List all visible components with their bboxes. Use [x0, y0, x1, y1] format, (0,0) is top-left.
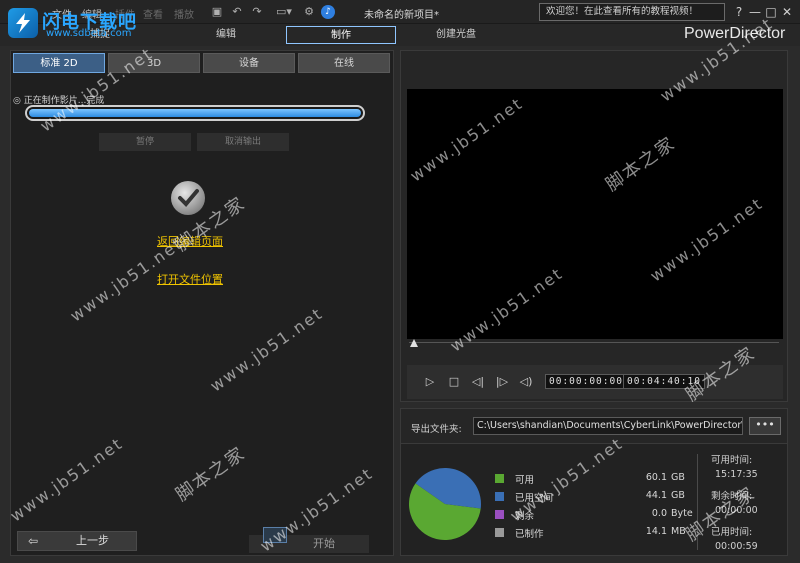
lightning-logo-icon: [8, 8, 38, 38]
legend-swatch: [495, 510, 504, 519]
redo-icon[interactable]: ↷: [250, 5, 264, 19]
legend-name: 已制作: [515, 529, 544, 540]
tab-3d[interactable]: 3D: [108, 53, 200, 73]
legend-swatch: [495, 474, 504, 483]
menu-play[interactable]: 播放: [174, 6, 194, 21]
maximize-button[interactable]: □: [764, 4, 778, 20]
previous-step-label: 上一步: [76, 534, 109, 547]
stop-icon[interactable]: □: [447, 375, 461, 389]
close-button[interactable]: ✕: [780, 4, 794, 20]
cancel-output-button[interactable]: 取消输出: [197, 133, 289, 151]
total-timecode: 00:04:40:10: [623, 374, 705, 389]
seek-track[interactable]: [409, 342, 779, 343]
open-file-location-link[interactable]: 打开文件位置: [157, 271, 223, 287]
help-button[interactable]: ?: [732, 4, 746, 20]
legend-unit: MB: [671, 526, 686, 537]
legend-unit: GB: [671, 472, 685, 483]
gear-icon[interactable]: ⚙: [302, 5, 316, 19]
volume-icon[interactable]: ◁): [519, 375, 533, 389]
preview-panel: ▷ □ ◁| |▷ ◁) 00:00:00:00 00:04:40:10: [400, 50, 788, 402]
tutorial-welcome-banner[interactable]: 欢迎您！在此查看所有的教程视频！: [539, 3, 725, 21]
pause-button[interactable]: 暂停: [99, 133, 191, 151]
production-progress-fill: [29, 109, 361, 117]
playback-controls: ▷ □ ◁| |▷ ◁) 00:00:00:00 00:04:40:10: [407, 365, 783, 399]
undo-icon[interactable]: ↶: [230, 5, 244, 19]
project-title: 未命名的新项目*: [364, 10, 439, 21]
start-button[interactable]: 开始: [249, 527, 369, 553]
tab-device[interactable]: 设备: [203, 53, 295, 73]
export-path-field[interactable]: C:\Users\shandian\Documents\CyberLink\Po…: [473, 417, 743, 435]
divider: [697, 454, 698, 550]
export-folder-label: 导出文件夹:: [411, 424, 462, 435]
legend-unit: GB: [671, 490, 685, 501]
tab-create-disc[interactable]: 创建光盘: [426, 26, 486, 44]
legend-name: 已用空间: [515, 493, 554, 504]
legend-value: 44.1: [645, 490, 667, 501]
legend-name: 剩余: [515, 511, 535, 522]
remaining-time-label: 剩余时间:: [711, 491, 753, 502]
minimize-button[interactable]: —: [748, 4, 762, 20]
film-icon: [263, 527, 287, 543]
tab-online[interactable]: 在线: [298, 53, 390, 73]
legend-unit: Byte: [671, 508, 693, 519]
seek-handle[interactable]: [410, 339, 418, 347]
legend-value: 60.1: [645, 472, 667, 483]
legend-value: 0.0: [651, 508, 667, 519]
save-icon[interactable]: ▣: [210, 5, 224, 19]
legend-name: 可用: [515, 475, 535, 486]
legend-swatch: [495, 492, 504, 501]
legend-swatch: [495, 528, 504, 537]
layout-icon[interactable]: ▭▾: [274, 5, 294, 19]
info-icon: ◎: [13, 96, 21, 106]
remaining-time-value: 00:00:00: [715, 505, 758, 516]
elapsed-time-label: 已用时间:: [711, 527, 753, 538]
export-folder-panel: 导出文件夹: C:\Users\shandian\Documents\Cyber…: [400, 408, 788, 556]
disk-usage-area: 可用 60.1 GB 已用空间 44.1 GB 剩余 0.0 Byte 已制作 …: [401, 443, 787, 555]
tab-produce[interactable]: 制作: [286, 26, 396, 44]
elapsed-time-value: 00:00:59: [715, 541, 758, 552]
browse-folder-button[interactable]: •••: [749, 417, 781, 435]
tab-edit[interactable]: 编辑: [196, 26, 256, 44]
production-progress-bar: [25, 105, 365, 121]
next-frame-icon[interactable]: |▷: [495, 375, 509, 389]
logo-url-text: www.sdbeta.com: [46, 28, 132, 39]
produce-left-panel: 标准 2D 3D 设备 在线 ◎ 正在制作影片...完成 暂停 取消输出 返回编…: [10, 50, 394, 556]
available-time-value: 15:17:35: [715, 469, 758, 480]
preview-screen[interactable]: [407, 89, 783, 339]
site-logo: 闪电下载吧 www.sdbeta.com: [6, 6, 156, 42]
back-to-edit-link[interactable]: 返回编辑页面: [157, 233, 223, 249]
start-label: 开始: [313, 537, 335, 550]
arrow-left-icon: ⇦: [28, 534, 39, 548]
disk-usage-pie: [409, 467, 482, 540]
notification-bell-icon[interactable]: ♪: [321, 5, 335, 19]
play-icon[interactable]: ▷: [423, 375, 437, 389]
current-timecode: 00:00:00:00: [545, 374, 627, 389]
previous-frame-icon[interactable]: ◁|: [471, 375, 485, 389]
available-time-label: 可用时间:: [711, 455, 753, 466]
app-name: PowerDirector: [684, 25, 786, 42]
checkmark-icon: [171, 181, 205, 215]
legend-value: 14.1: [645, 526, 667, 537]
previous-step-button[interactable]: ⇦ 上一步: [17, 531, 137, 551]
tab-standard-2d[interactable]: 标准 2D: [13, 53, 105, 73]
